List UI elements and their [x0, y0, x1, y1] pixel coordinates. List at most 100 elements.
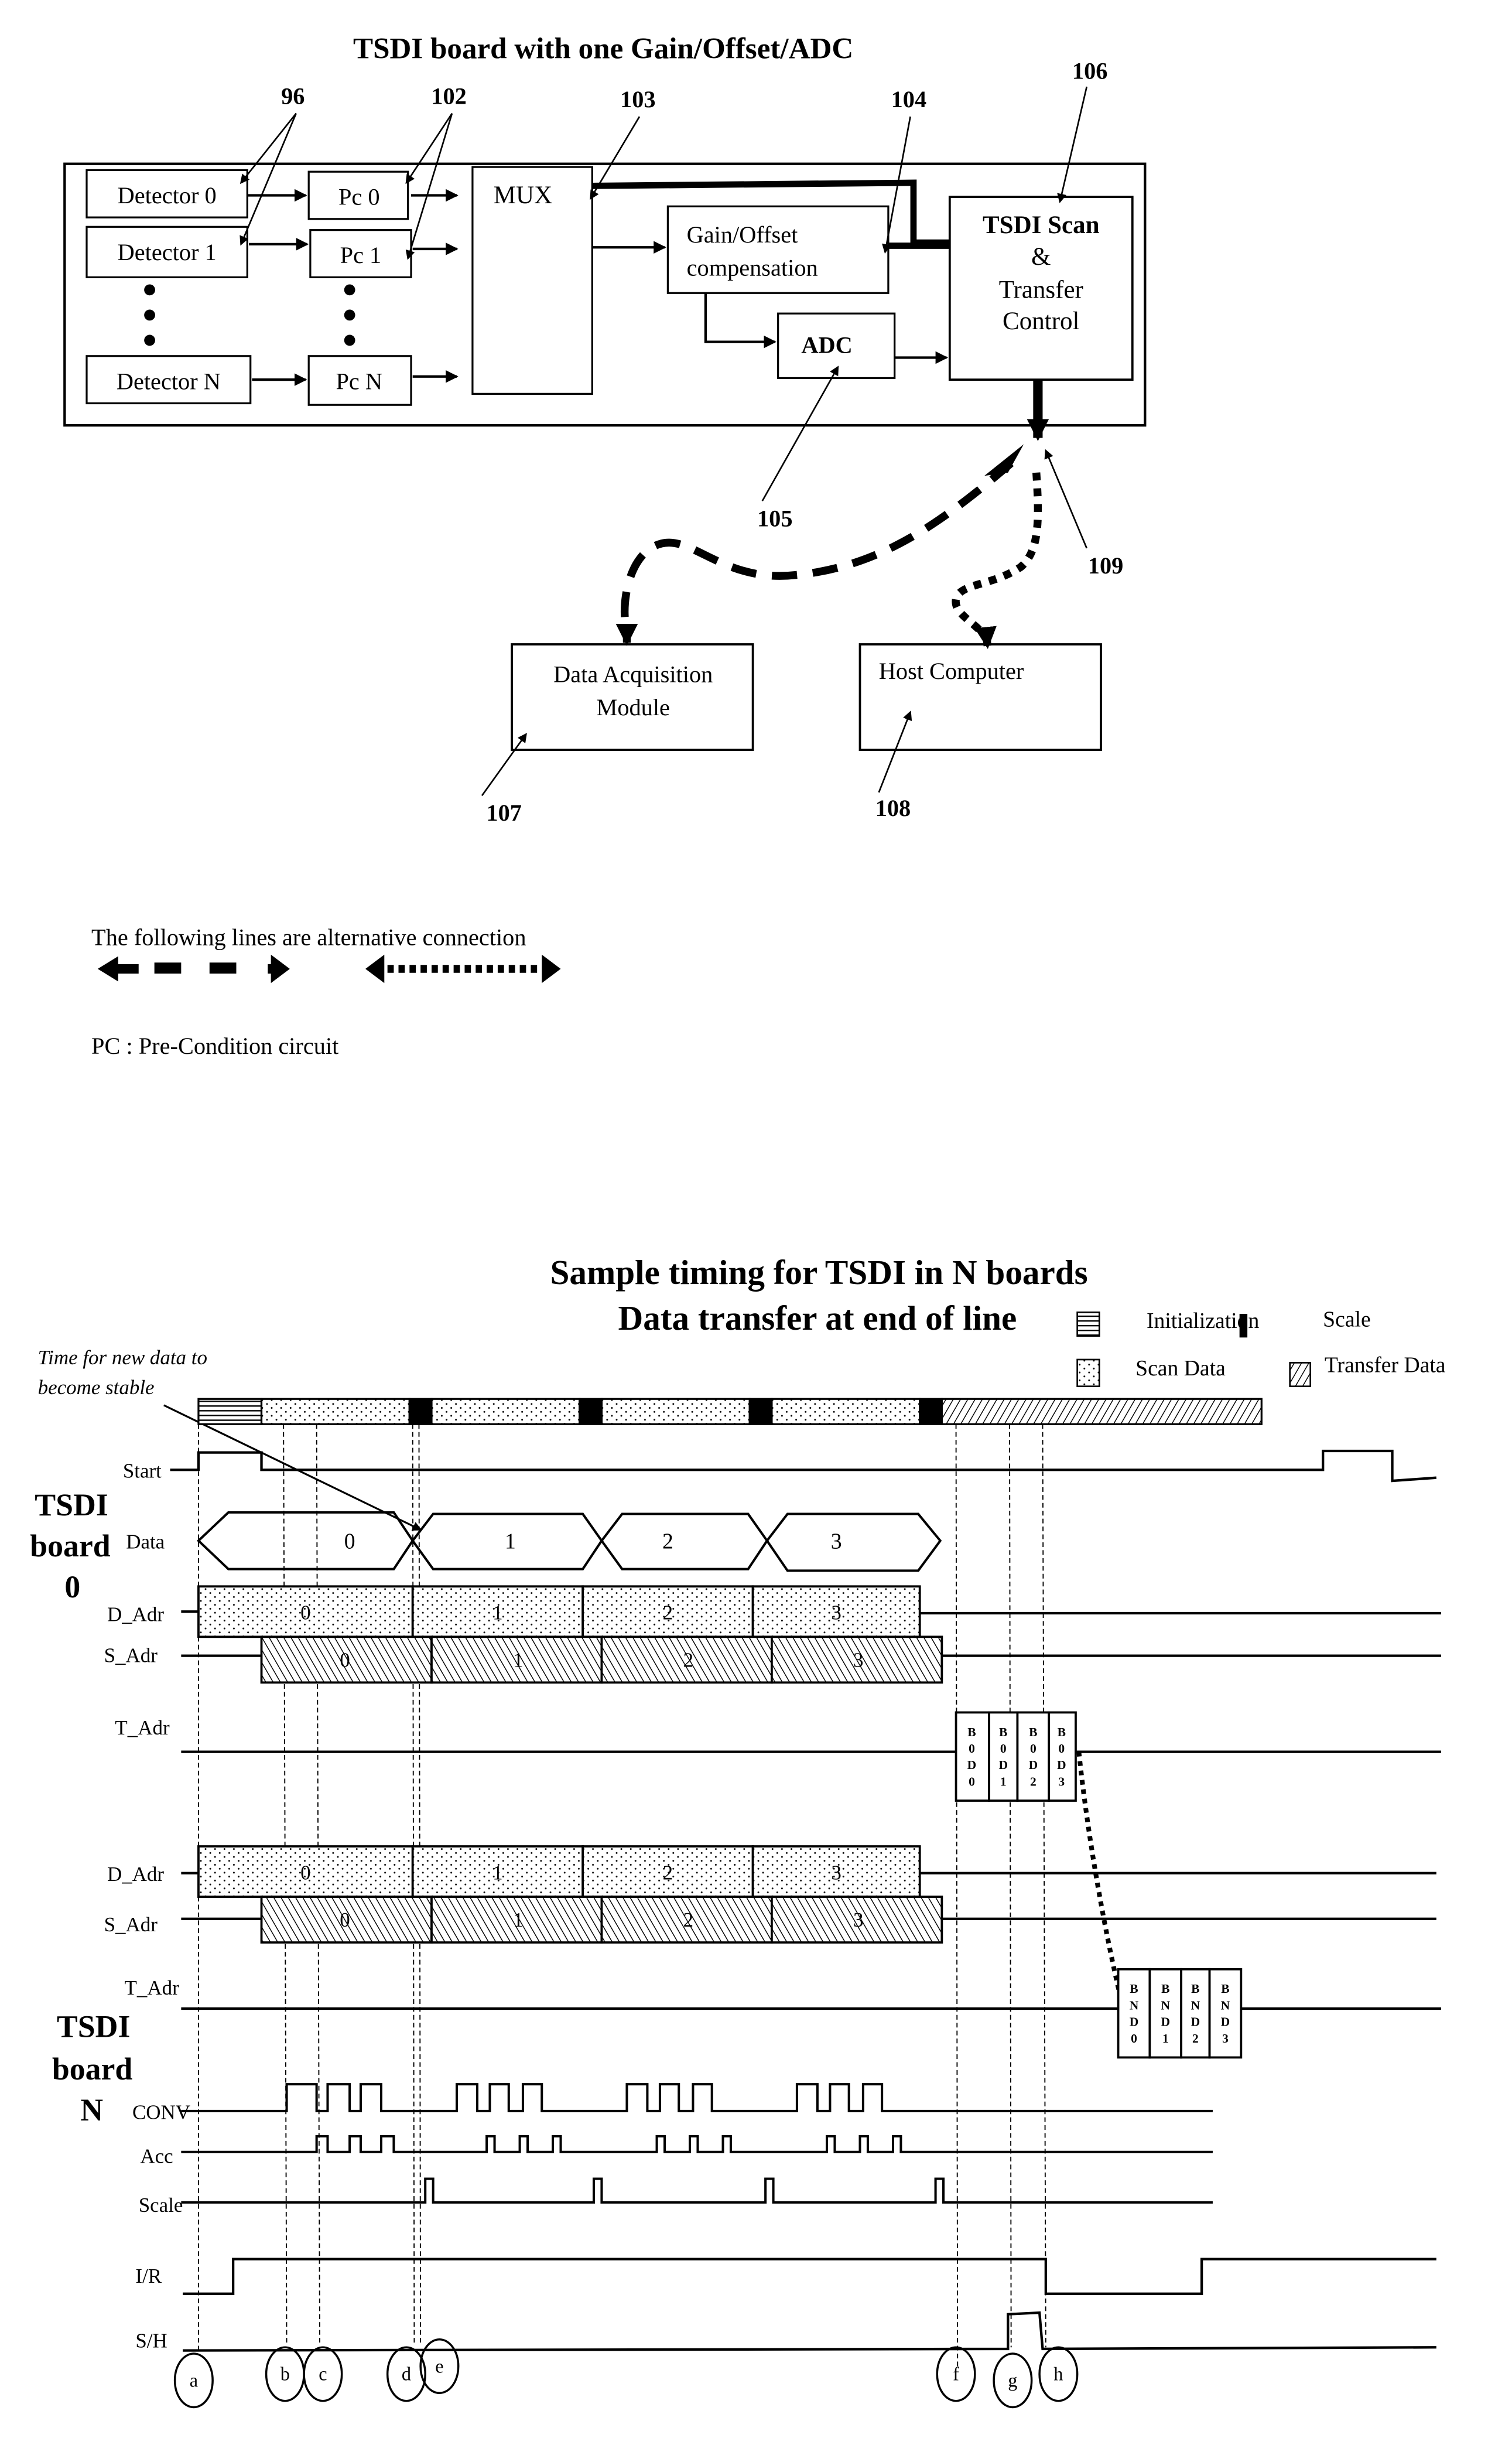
svg-text:&: & [1031, 243, 1051, 271]
board0-transfer-cell-2-char: 0 [1030, 1741, 1036, 1756]
marker-label-c: c [319, 2364, 327, 2385]
svg-text:Detector 0: Detector 0 [118, 182, 217, 209]
boardN-transfer-cell-1-char: D [1161, 2015, 1170, 2029]
boardN-transfer-cell-3-char: D [1221, 2015, 1230, 2029]
svg-text:D_Adr: D_Adr [107, 1863, 164, 1886]
signal-label-ir: I/R [135, 2265, 162, 2287]
boardN-transfer-cell-0-char: D [1130, 2015, 1139, 2029]
board0-transfer-cell-1-char: B [999, 1725, 1007, 1739]
data-value-0: 0 [344, 1529, 355, 1554]
svg-text:2: 2 [683, 1908, 693, 1931]
signal-label-start: Start [123, 1460, 162, 1483]
svg-text:T_Adr: T_Adr [125, 1976, 180, 1999]
boardN-label-line2: board [52, 2051, 133, 2087]
timing-legend: Initialization Scale Scan Data Transfer … [1076, 1307, 1446, 1388]
boardN-transfer-cell-3-char: 3 [1222, 2031, 1229, 2046]
ref-107: 107 [486, 800, 522, 826]
detector-n: Detector N [85, 355, 252, 405]
transfer-data-swatch [1289, 1362, 1312, 1388]
svg-text:Data Acquisition: Data Acquisition [553, 661, 713, 688]
svg-text:S_Adr: S_Adr [104, 1913, 158, 1936]
internal-connections [592, 179, 1049, 442]
gain-offset-block: Gain/Offset compensation [666, 205, 890, 294]
svg-text:1: 1 [513, 1648, 523, 1671]
svg-text:Control: Control [1003, 308, 1079, 335]
reference-labels: 96 102 103 104 106 105 109 107 108 [240, 57, 1123, 826]
board0-transfer-cell-3-char: D [1057, 1758, 1066, 1772]
signal-label-scale: Scale [139, 2194, 183, 2217]
data-value-2: 2 [662, 1529, 673, 1554]
boardN-transfer-cell-1-char: N [1161, 1998, 1170, 2012]
svg-text:Module: Module [596, 694, 669, 720]
marker-label-f: f [953, 2364, 959, 2385]
boardN-t-adr: T_Adr BND0BND1BND2BND3 [125, 1968, 1441, 2059]
signal-label-acc: Acc [140, 2145, 173, 2168]
svg-text:Host Computer: Host Computer [879, 658, 1024, 684]
dotted-arrow-legend-icon [365, 954, 561, 984]
svg-text:0: 0 [340, 1648, 350, 1671]
board0-transfer-cell-3-char: 3 [1058, 1774, 1065, 1788]
timing-diagram: Sample timing for TSDI in N boards Data … [30, 1253, 1446, 2409]
pc-n: Pc N [307, 355, 412, 406]
svg-text:S_Adr: S_Adr [104, 1644, 158, 1667]
start-waveform [170, 1449, 1436, 1483]
svg-text:1: 1 [492, 1861, 502, 1884]
svg-text:Detector N: Detector N [117, 368, 221, 394]
board0-d-adr: D_Adr 0 1 2 3 [107, 1585, 1441, 1638]
ref-103: 103 [620, 86, 656, 112]
svg-text:3: 3 [853, 1908, 863, 1931]
svg-text:1: 1 [492, 1601, 502, 1624]
svg-text:Transfer Data: Transfer Data [1325, 1353, 1446, 1377]
boardN-label-line3: N [80, 2092, 103, 2128]
boardN-transfer-cell-0-char: B [1130, 1982, 1138, 1996]
boardN-transfer-cell-1-char: B [1161, 1982, 1169, 1996]
ref-96: 96 [281, 83, 305, 110]
conv-waveform [181, 2083, 1213, 2112]
annotation-line2: become stable [38, 1376, 155, 1399]
svg-text:Detector 1: Detector 1 [118, 239, 217, 265]
board0-transfer-cell-0-char: 0 [969, 1741, 975, 1756]
svg-text:TSDI Scan: TSDI Scan [983, 211, 1100, 239]
svg-text:Pc 0: Pc 0 [338, 184, 380, 210]
boardN-transfer-cell-0-char: 0 [1131, 2031, 1137, 2046]
boardN-d-adr: D_Adr 0 1 2 3 [107, 1845, 1436, 1898]
pc-0: Pc 0 [307, 170, 409, 220]
data-value-3: 3 [831, 1529, 842, 1554]
boardN-transfer-cell-0-char: N [1130, 1998, 1139, 2012]
board0-label-line2: board [30, 1528, 111, 1563]
boardN-transfer-cell-2-char: D [1191, 2015, 1200, 2029]
svg-text:compensation: compensation [687, 255, 818, 281]
svg-text:2: 2 [663, 1601, 673, 1624]
tsdi-figure: TSDI board with one Gain/Offset/ADC Dete… [30, 32, 1446, 2409]
sh-waveform [183, 2311, 1436, 2352]
data-value-1: 1 [505, 1529, 516, 1554]
mux-block: MUX [471, 166, 593, 395]
boardN-transfer-cell-2-char: 2 [1192, 2031, 1199, 2046]
boardN-s-adr: S_Adr 0 1 2 3 [104, 1896, 1436, 1944]
board0-transfer-cell-0-char: B [967, 1725, 976, 1739]
detector-1: Detector 1 [85, 226, 248, 278]
annotation-line1: Time for new data to [38, 1346, 207, 1369]
svg-text:3: 3 [831, 1861, 841, 1884]
marker-label-d: d [402, 2364, 411, 2385]
board0-transfer-cell-1-char: 0 [1000, 1741, 1007, 1756]
svg-text:Gain/Offset: Gain/Offset [687, 221, 798, 248]
svg-text:Scan Data: Scan Data [1135, 1356, 1226, 1381]
svg-text:D_Adr: D_Adr [107, 1603, 164, 1626]
board0-transfer-cell-2-char: D [1029, 1758, 1038, 1772]
marker-label-h: h [1053, 2364, 1063, 2385]
marker-label-e: e [435, 2355, 443, 2376]
board0-s-adr: S_Adr 0 1 2 3 [104, 1635, 1441, 1684]
marker-label-a: a [190, 2369, 198, 2391]
host-computer: Host Computer [858, 643, 1102, 752]
marker-label-b: b [280, 2364, 290, 2385]
board0-label-line3: 0 [64, 1569, 80, 1604]
svg-text:3: 3 [853, 1648, 863, 1671]
timing-title-line2: Data transfer at end of line [618, 1299, 1017, 1337]
boardN-label-line1: TSDI [57, 2009, 131, 2044]
pc-1: Pc 1 [309, 229, 412, 278]
board-transfer-link [1076, 1751, 1124, 2002]
dashed-arrow-legend-icon [97, 954, 290, 984]
board0-transfer-cell-1-char: D [998, 1758, 1008, 1772]
svg-text:2: 2 [663, 1861, 673, 1884]
